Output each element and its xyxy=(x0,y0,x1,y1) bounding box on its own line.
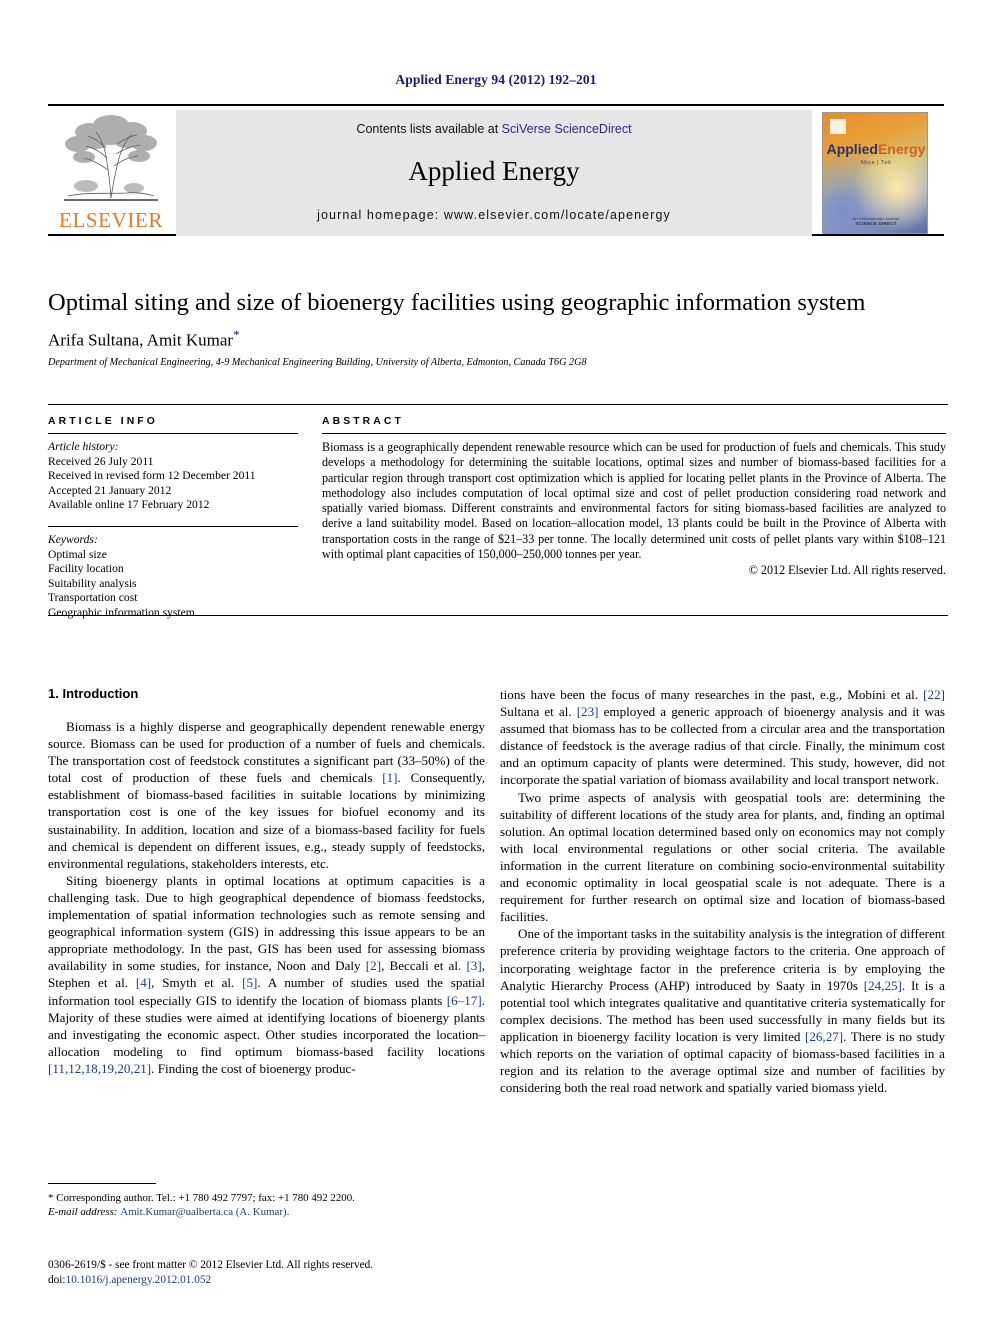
keywords-block: Keywords: Optimal size Facility location… xyxy=(48,533,298,621)
affiliation: Department of Mechanical Engineering, 4-… xyxy=(48,357,587,368)
doi-line: doi:10.1016/j.apenergy.2012.01.052 xyxy=(48,1273,485,1288)
abstract-text: Biomass is a geographically dependent re… xyxy=(322,440,946,562)
journal-masthead: ELSEVIER Contents lists available at Sci… xyxy=(48,104,944,236)
citation-link[interactable]: [11,12,18,19,20,21] xyxy=(48,1061,151,1076)
article-info-heading: ARTICLE INFO xyxy=(48,416,158,427)
elsevier-logo: ELSEVIER xyxy=(52,110,170,236)
doi-link[interactable]: 10.1016/j.apenergy.2012.01.052 xyxy=(66,1274,212,1286)
cover-footer: An International Journal SCIENCE DIRECT xyxy=(823,216,927,226)
article-history: Article history: Received 26 July 2011 R… xyxy=(48,440,298,513)
keyword-item: Facility location xyxy=(48,562,124,576)
author-list: Arifa Sultana, Amit Kumar* xyxy=(48,327,948,351)
citation-link[interactable]: [3] xyxy=(466,958,481,973)
abstract-copyright: © 2012 Elsevier Ltd. All rights reserved… xyxy=(748,563,946,578)
abstract-heading: ABSTRACT xyxy=(322,416,404,427)
elsevier-wordmark: ELSEVIER xyxy=(59,208,163,232)
footnote-marker: * xyxy=(48,1192,54,1204)
history-item: Available online 17 February 2012 xyxy=(48,498,210,512)
elsevier-tree-icon xyxy=(64,115,158,201)
article-info-column: ARTICLE INFO Article history: Received 2… xyxy=(48,416,298,621)
cover-subtitle: Nkce | Tzit xyxy=(860,160,892,166)
keywords-rule xyxy=(48,525,298,527)
contents-prefix: Contents lists available at xyxy=(356,122,502,136)
authors-names: Arifa Sultana, Amit Kumar xyxy=(48,330,234,350)
text-run: Sultana et al. xyxy=(500,704,577,720)
footnote-line-contact: * Corresponding author. Tel.: +1 780 492… xyxy=(48,1191,485,1205)
abstract-column: ABSTRACT Biomass is a geographically dep… xyxy=(322,416,946,579)
history-item: Received in revised form 12 December 201… xyxy=(48,469,256,483)
citation-link[interactable]: [26,27] xyxy=(805,1029,843,1044)
history-item: Accepted 21 January 2012 xyxy=(48,483,172,497)
keyword-item: Geographic information system xyxy=(48,605,195,619)
cover-title-applied: Applied xyxy=(826,141,878,157)
history-item: Received 26 July 2011 xyxy=(48,454,154,468)
citation-link[interactable]: [6–17] xyxy=(447,993,482,1008)
citation-link[interactable]: [24,25] xyxy=(864,978,902,993)
text-run: tions have been the focus of many resear… xyxy=(500,687,924,702)
citation-link[interactable]: [1] xyxy=(382,770,397,785)
citation-link[interactable]: [5] xyxy=(242,975,257,990)
doi-prefix: doi: xyxy=(48,1273,66,1286)
text-run: . Finding the cost of bioenergy produc- xyxy=(151,1060,356,1076)
text-run: Two prime aspects of analysis with geosp… xyxy=(500,789,945,925)
journal-title: Applied Energy xyxy=(408,156,580,186)
article-info-rule xyxy=(48,433,298,434)
citation-link[interactable]: [22] xyxy=(923,687,945,702)
body-column-right: tions have been the focus of many resear… xyxy=(500,686,945,1096)
paragraph: Two prime aspects of analysis with geosp… xyxy=(500,789,945,926)
footnote-contact-text: Corresponding author. Tel.: +1 780 492 7… xyxy=(56,1192,355,1204)
journal-banner: Contents lists available at SciVerse Sci… xyxy=(176,110,812,236)
keyword-item: Optimal size xyxy=(48,547,107,561)
sciencedirect-link[interactable]: SciVerse ScienceDirect xyxy=(502,122,632,136)
journal-homepage[interactable]: journal homepage: www.elsevier.com/locat… xyxy=(176,208,812,222)
paragraph: Siting bioenergy plants in optimal locat… xyxy=(48,872,485,1077)
citation-link[interactable]: [2] xyxy=(366,958,381,973)
cover-footer-line2: SCIENCE DIRECT xyxy=(855,221,897,226)
issn-copyright-line: 0306-2619/$ - see front matter © 2012 El… xyxy=(48,1259,374,1271)
article-history-label: Article history: xyxy=(48,440,119,453)
paragraph: One of the important tasks in the suitab… xyxy=(500,925,945,1096)
section-heading-introduction: 1. Introduction xyxy=(48,686,139,701)
running-head: Applied Energy 94 (2012) 192–201 xyxy=(395,72,597,87)
contents-available-line: Contents lists available at SciVerse Sci… xyxy=(176,122,812,136)
footnote-line-email: E-mail address: Amit.Kumar@ualberta.ca (… xyxy=(48,1205,485,1219)
citation-link[interactable]: [4] xyxy=(136,975,151,990)
text-run: , Smyth et al. xyxy=(151,975,243,991)
paragraph: Biomass is a highly disperse and geograp… xyxy=(48,718,485,872)
abstract-rule xyxy=(322,433,946,434)
text-run: . Consequently, establishment of biomass… xyxy=(48,770,486,871)
email-suffix: (A. Kumar). xyxy=(233,1206,290,1218)
corresponding-author-marker: * xyxy=(233,327,240,342)
page-footer: 0306-2619/$ - see front matter © 2012 El… xyxy=(48,1258,485,1287)
body-column-left: 1. Introduction Biomass is a highly disp… xyxy=(48,686,485,1077)
cover-elsevier-mark xyxy=(830,119,846,134)
keyword-item: Transportation cost xyxy=(48,591,138,605)
journal-cover-thumbnail: AppliedEnergy Nkce | Tzit An Internation… xyxy=(822,112,928,234)
citation-link[interactable]: [23] xyxy=(577,704,599,719)
email-label: E-mail address: xyxy=(48,1206,118,1218)
paper-page: Applied Energy 94 (2012) 192–201 ELSEVIE… xyxy=(0,0,992,1323)
cover-title: AppliedEnergy xyxy=(823,141,927,157)
keyword-item: Suitability analysis xyxy=(48,576,137,590)
text-run: , Beccali et al. xyxy=(381,958,467,974)
email-link[interactable]: Amit.Kumar@ualberta.ca xyxy=(120,1206,233,1218)
cover-title-energy: Energy xyxy=(877,141,926,157)
article-title: Optimal siting and size of bioenergy fac… xyxy=(48,289,866,316)
corresponding-author-footnote: * Corresponding author. Tel.: +1 780 492… xyxy=(48,1183,485,1219)
keywords-label: Keywords: xyxy=(48,532,98,546)
paragraph: tions have been the focus of many resear… xyxy=(500,686,945,789)
footnote-rule xyxy=(48,1183,156,1184)
